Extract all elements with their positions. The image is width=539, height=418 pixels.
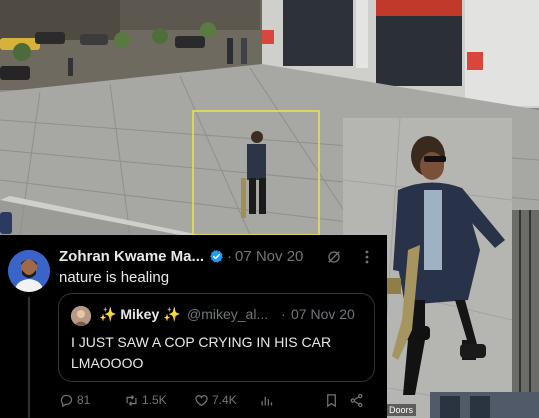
tweet-card[interactable]: Zohran Kwame Ma... · 07 Nov 20 nature is…: [0, 235, 387, 418]
quoted-separator: ·: [281, 306, 286, 322]
avatar-image: [8, 250, 50, 292]
verified-badge-icon: [210, 249, 223, 263]
quoted-handle[interactable]: @mikey_al...: [187, 306, 268, 322]
more-icon[interactable]: [361, 250, 373, 264]
reply-icon: [60, 394, 73, 407]
tweet-text: nature is healing: [59, 269, 170, 286]
views-icon: [261, 396, 273, 405]
tweet-date[interactable]: 07 Nov 20: [235, 248, 303, 265]
retweet-count: 1.5K: [142, 393, 167, 407]
retweet-icon: [126, 394, 137, 406]
grok-icon[interactable]: [326, 249, 342, 265]
bookmark-icon: [327, 393, 336, 407]
quoted-text: I JUST SAW A COP CRYING IN HIS CAR LMAOO…: [71, 334, 332, 371]
quoted-date[interactable]: 07 Nov 20: [291, 306, 355, 322]
camera-label: Doors: [386, 404, 417, 416]
bookmark-button[interactable]: [324, 391, 339, 409]
quoted-tweet[interactable]: ✨ Mikey ✨ @mikey_al... · 07 Nov 20 I JUS…: [58, 293, 375, 382]
tweet-header: Zohran Kwame Ma... · 07 Nov 20: [59, 248, 379, 268]
thread-line: [28, 297, 30, 418]
share-button[interactable]: [349, 391, 364, 409]
reply-count: 81: [77, 393, 91, 407]
reply-button[interactable]: 81: [59, 391, 90, 409]
share-icon: [350, 393, 363, 407]
like-button[interactable]: 7.4K: [194, 391, 237, 409]
quoted-display-name[interactable]: ✨ Mikey ✨: [99, 306, 181, 323]
quoted-avatar-image: [71, 306, 91, 326]
action-bar: 81 1.5K 7.4K: [59, 391, 379, 409]
like-icon: [195, 394, 208, 406]
views-button[interactable]: [259, 391, 274, 409]
retweet-button[interactable]: 1.5K: [124, 391, 167, 409]
like-count: 7.4K: [212, 393, 237, 407]
avatar[interactable]: [8, 250, 50, 292]
header-separator: ·: [227, 248, 232, 265]
author-display-name[interactable]: Zohran Kwame Ma...: [59, 248, 204, 265]
quoted-avatar[interactable]: [71, 306, 91, 326]
